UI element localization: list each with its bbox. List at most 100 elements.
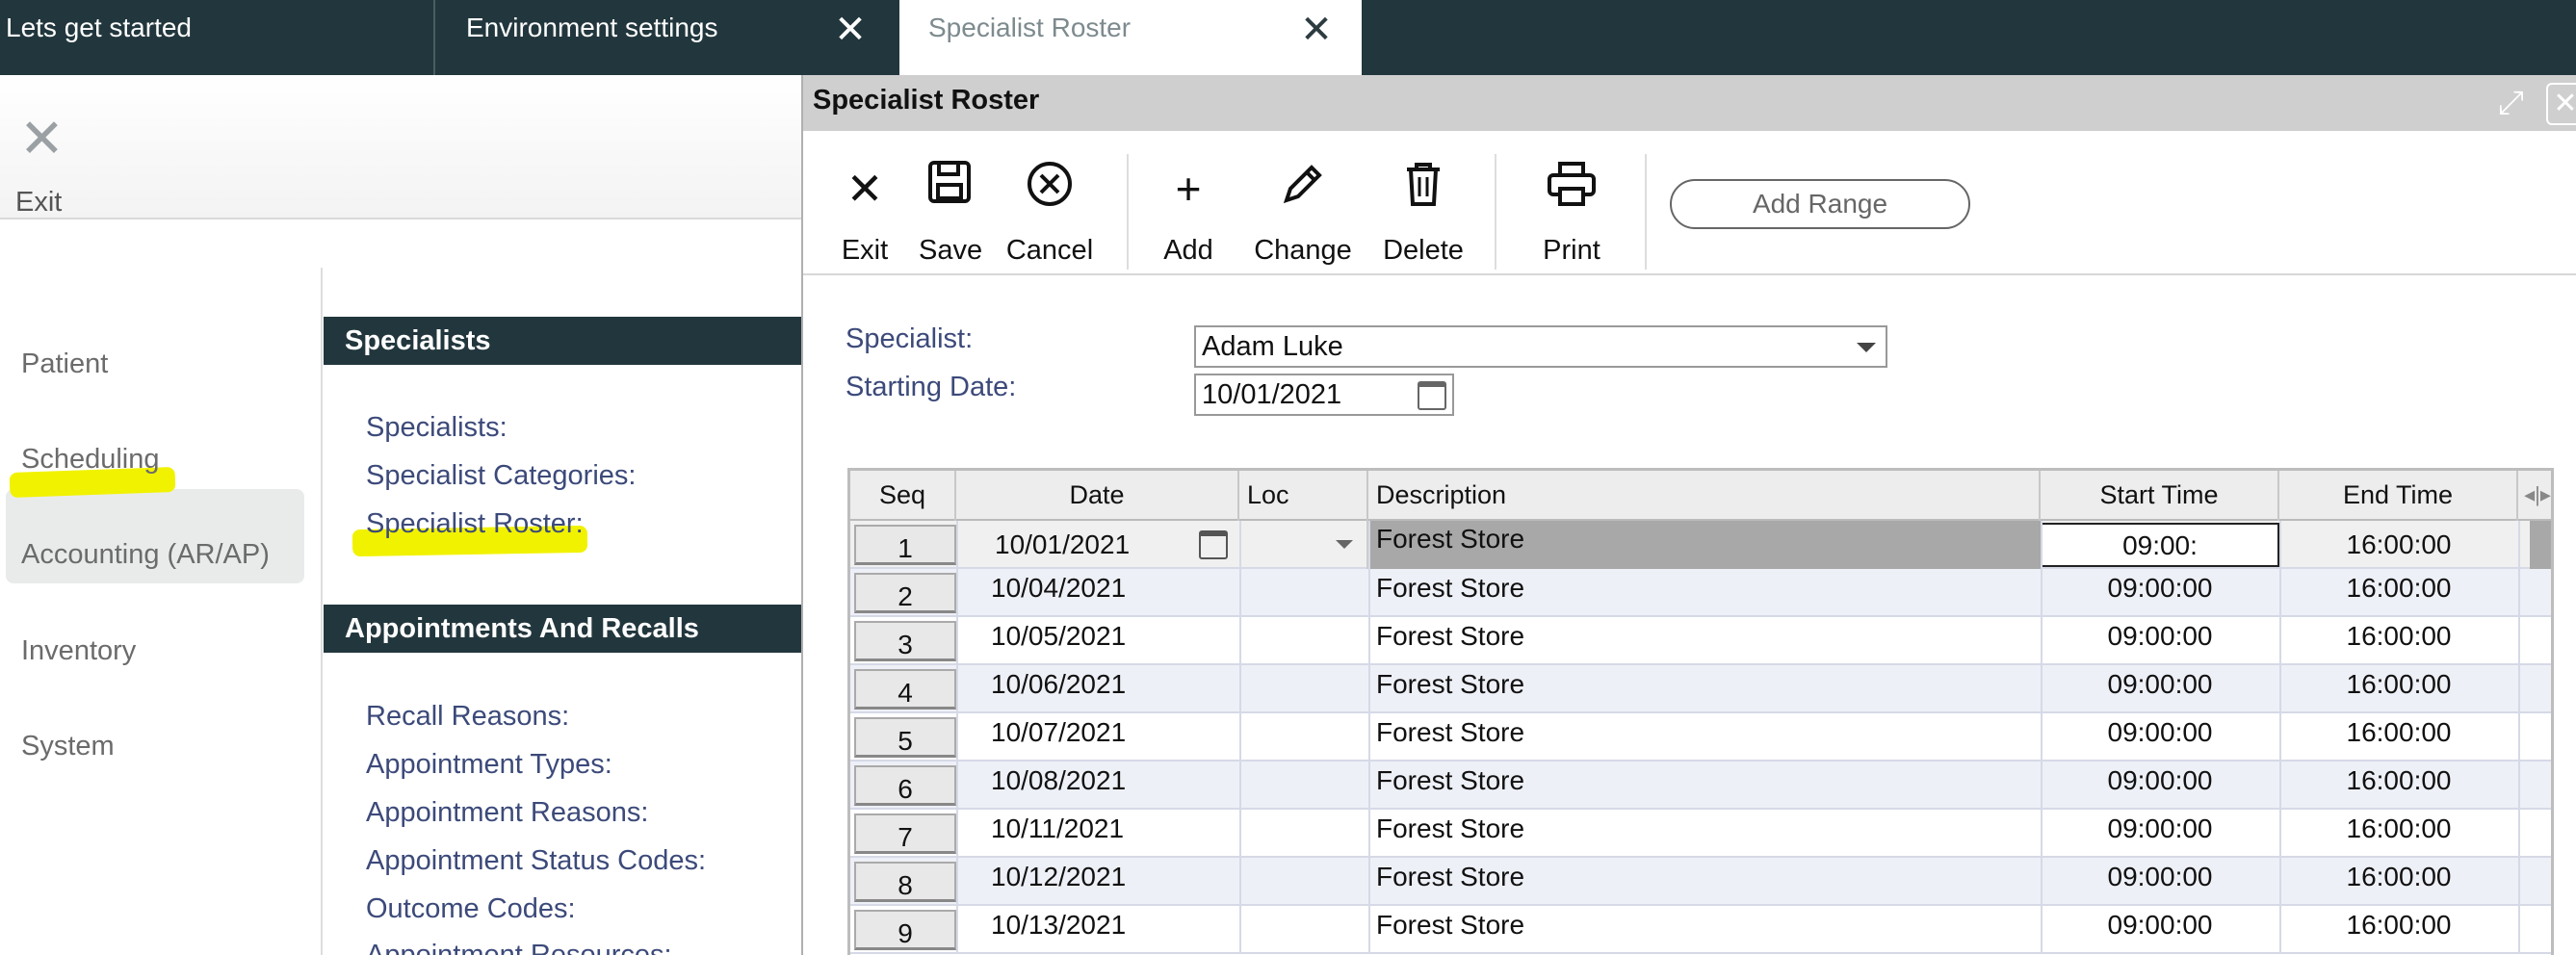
exit-button[interactable]: ✕ Exit [836, 160, 894, 267]
cell-end-time[interactable]: 16:00:00 [2279, 569, 2518, 617]
column-header-end-time[interactable]: End Time [2279, 471, 2518, 521]
row-selector-button[interactable]: 4 [854, 669, 956, 710]
cell-end-time[interactable]: 16:00:00 [2279, 761, 2518, 810]
cell-start-time[interactable]: 09:00:00 [2041, 761, 2279, 810]
close-icon[interactable]: ✕ [19, 112, 65, 166]
nav-item-inventory[interactable]: Inventory [21, 635, 136, 667]
row-selector-button[interactable]: 5 [854, 717, 956, 758]
print-button[interactable]: Print [1535, 160, 1608, 267]
link-appointment-status-codes[interactable]: Appointment Status Codes: [366, 845, 706, 877]
nav-item-accounting[interactable]: Accounting (AR/AP) [21, 539, 270, 571]
cell-start-time[interactable]: 09:00:00 [2041, 906, 2279, 954]
cell-description[interactable]: Forest Store [1368, 906, 2041, 954]
table-row[interactable]: 7 10/11/2021 Forest Store 09:00:00 16:00:00 [850, 810, 2551, 858]
cell-end-time[interactable]: 16:00:00 [2279, 521, 2518, 569]
delete-button[interactable]: Delete [1377, 160, 1470, 267]
row-selector-button[interactable]: 7 [854, 813, 956, 854]
row-selector-button[interactable]: 2 [854, 573, 956, 613]
exit-label[interactable]: Exit [15, 187, 62, 219]
link-specialists[interactable]: Specialists: [366, 412, 507, 444]
table-row[interactable]: 4 10/06/2021 Forest Store 09:00:00 16:00:00 [850, 665, 2551, 713]
close-icon[interactable]: ✕ [834, 11, 867, 49]
close-icon[interactable]: ✕ [2546, 83, 2576, 125]
cell-loc[interactable] [1239, 713, 1368, 761]
cell-date[interactable]: 10/08/2021 [991, 761, 1184, 810]
link-outcome-codes[interactable]: Outcome Codes: [366, 893, 576, 925]
cell-start-time[interactable]: 09:00:00 [2041, 569, 2279, 617]
cell-date[interactable]: 10/13/2021 [991, 906, 1184, 954]
cell-start-time[interactable]: 09:00:00 [2041, 810, 2279, 858]
cell-description[interactable]: Forest Store [1368, 810, 2041, 858]
column-header-seq[interactable]: Seq [850, 471, 956, 521]
cell-start-time[interactable]: 09:00:00 [2041, 713, 2279, 761]
expand-icon[interactable]: ⤢ [2498, 85, 2524, 122]
cell-end-time[interactable]: 16:00:00 [2279, 810, 2518, 858]
cell-end-time[interactable]: 16:00:00 [2279, 617, 2518, 665]
calendar-icon[interactable] [1199, 530, 1228, 559]
link-appointment-reasons[interactable]: Appointment Reasons: [366, 797, 648, 829]
table-row[interactable]: 6 10/08/2021 Forest Store 09:00:00 16:00:00 [850, 761, 2551, 810]
cell-description[interactable]: Forest Store [1368, 761, 2041, 810]
cell-start-time[interactable]: 09:00:00 [2041, 617, 2279, 665]
cell-description[interactable]: Forest Store [1368, 713, 2041, 761]
cell-loc[interactable] [1239, 810, 1368, 858]
tab-environment-settings[interactable]: Environment settings ✕ [435, 0, 899, 75]
tab-specialist-roster[interactable]: Specialist Roster ✕ [899, 0, 1362, 75]
starting-date-input[interactable]: 10/01/2021 [1194, 374, 1454, 416]
cell-loc[interactable] [1239, 665, 1368, 713]
cell-description[interactable]: Forest Store [1368, 665, 2041, 713]
nav-item-system[interactable]: System [21, 731, 115, 762]
column-header-date[interactable]: Date [956, 471, 1239, 521]
cell-loc[interactable] [1239, 761, 1368, 810]
cell-loc[interactable] [1239, 617, 1368, 665]
row-selector-button[interactable]: 9 [854, 910, 956, 950]
add-button[interactable]: + Add [1159, 160, 1217, 267]
cell-description[interactable]: Forest Store [1368, 569, 2041, 617]
link-specialist-roster[interactable]: Specialist Roster: [366, 508, 584, 540]
table-row[interactable]: 9 10/13/2021 Forest Store 09:00:00 16:00:00 [850, 906, 2551, 954]
cancel-button[interactable]: Cancel [1002, 160, 1098, 267]
change-button[interactable]: Change [1250, 160, 1356, 267]
close-icon[interactable]: ✕ [1300, 11, 1333, 49]
row-selector-button[interactable]: 8 [854, 862, 956, 902]
cell-description[interactable]: Forest Store [1368, 521, 2041, 569]
cell-end-time[interactable]: 16:00:00 [2279, 713, 2518, 761]
table-row[interactable]: 8 10/12/2021 Forest Store 09:00:00 16:00:00 [850, 858, 2551, 906]
chevron-down-icon[interactable] [1336, 540, 1353, 549]
column-header-start-time[interactable]: Start Time [2041, 471, 2279, 521]
cell-date[interactable]: 10/11/2021 [991, 810, 1184, 858]
cell-date[interactable]: 10/05/2021 [991, 617, 1184, 665]
cell-start-time-input[interactable]: 09:00: [2041, 523, 2279, 567]
row-selector-button[interactable]: 3 [854, 621, 956, 661]
cell-date[interactable]: 10/04/2021 [991, 569, 1184, 617]
link-appointment-types[interactable]: Appointment Types: [366, 749, 612, 781]
cell-end-time[interactable]: 16:00:00 [2279, 858, 2518, 906]
cell-date[interactable]: 10/07/2021 [991, 713, 1184, 761]
cell-loc[interactable] [1239, 906, 1368, 954]
specialist-select[interactable]: Adam Luke [1194, 325, 1887, 368]
table-row[interactable]: 3 10/05/2021 Forest Store 09:00:00 16:00:00 [850, 617, 2551, 665]
cell-loc[interactable] [1239, 858, 1368, 906]
tab-lets-get-started[interactable]: Lets get started [0, 0, 435, 75]
table-row[interactable]: 1 10/01/2021 Forest Store 09:00: 16:00:00 [850, 521, 2551, 569]
column-resize-icon[interactable]: ◂|▸ [2518, 471, 2551, 521]
cell-date[interactable]: 10/01/2021 [995, 521, 1187, 569]
cell-description[interactable]: Forest Store [1368, 617, 2041, 665]
link-recall-reasons[interactable]: Recall Reasons: [366, 701, 569, 733]
cell-start-time[interactable]: 09:00:00 [2041, 858, 2279, 906]
calendar-icon[interactable] [1418, 381, 1446, 410]
cell-end-time[interactable]: 16:00:00 [2279, 906, 2518, 954]
link-appointment-resources[interactable]: Appointment Resources: [366, 940, 672, 955]
nav-item-patient[interactable]: Patient [21, 348, 108, 380]
table-row[interactable]: 5 10/07/2021 Forest Store 09:00:00 16:00:00 [850, 713, 2551, 761]
cell-end-time[interactable]: 16:00:00 [2279, 665, 2518, 713]
cell-start-time[interactable]: 09:00:00 [2041, 665, 2279, 713]
add-range-button[interactable]: Add Range [1670, 179, 1970, 229]
cell-loc[interactable] [1239, 569, 1368, 617]
table-row[interactable]: 2 10/04/2021 Forest Store 09:00:00 16:00:00 [850, 569, 2551, 617]
row-selector-button[interactable]: 1 [854, 525, 956, 565]
save-button[interactable]: Save [919, 160, 982, 267]
cell-description[interactable]: Forest Store [1368, 858, 2041, 906]
link-specialist-categories[interactable]: Specialist Categories: [366, 460, 636, 492]
column-header-description[interactable]: Description [1368, 471, 2041, 521]
